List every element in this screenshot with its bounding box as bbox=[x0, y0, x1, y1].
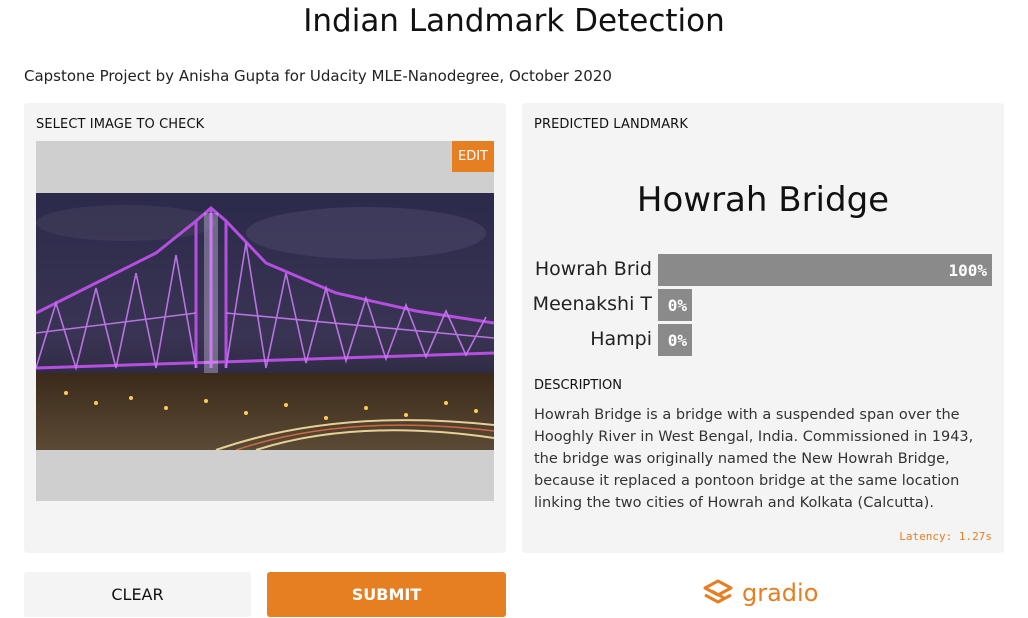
input-panel: SELECT IMAGE TO CHECK EDIT bbox=[24, 103, 506, 553]
confidence-class-name: Howrah Brid bbox=[534, 258, 652, 280]
description-text: Howrah Bridge is a bridge with a suspend… bbox=[534, 407, 974, 511]
output-panel: PREDICTED LANDMARK Howrah Bridge Howrah … bbox=[522, 103, 1004, 553]
confidence-bar: 100% bbox=[658, 254, 992, 286]
confidence-bar: 0% bbox=[658, 289, 692, 321]
description-label: DESCRIPTION bbox=[534, 378, 622, 393]
edit-button[interactable]: EDIT bbox=[452, 141, 494, 172]
confidence-row: Howrah Brid 100% bbox=[522, 254, 1004, 286]
gradio-brand[interactable]: gradio bbox=[702, 576, 818, 610]
confidence-bar: 0% bbox=[658, 324, 692, 356]
gradio-wordmark: gradio bbox=[742, 579, 819, 607]
confidence-class-name: Hampi bbox=[590, 328, 652, 350]
confidence-row: Meenakshi T 0% bbox=[522, 289, 1004, 321]
submit-button[interactable]: SUBMIT bbox=[267, 572, 506, 617]
output-panel-label: PREDICTED LANDMARK bbox=[534, 117, 688, 132]
page-title: Indian Landmark Detection bbox=[303, 3, 725, 39]
latency-readout: Latency: 1.27s bbox=[899, 530, 992, 543]
clear-button[interactable]: CLEAR bbox=[24, 572, 251, 617]
page-subtitle: Capstone Project by Anisha Gupta for Uda… bbox=[24, 67, 612, 85]
confidence-row: Hampi 0% bbox=[522, 324, 1004, 356]
howrah-bridge-photo bbox=[36, 193, 494, 450]
input-panel-label: SELECT IMAGE TO CHECK bbox=[36, 117, 205, 132]
image-upload-area[interactable]: EDIT bbox=[36, 141, 494, 501]
confidence-class-name: Meenakshi T bbox=[532, 293, 652, 315]
predicted-landmark-name: Howrah Bridge bbox=[636, 180, 890, 220]
gradio-logo-icon bbox=[703, 579, 733, 604]
